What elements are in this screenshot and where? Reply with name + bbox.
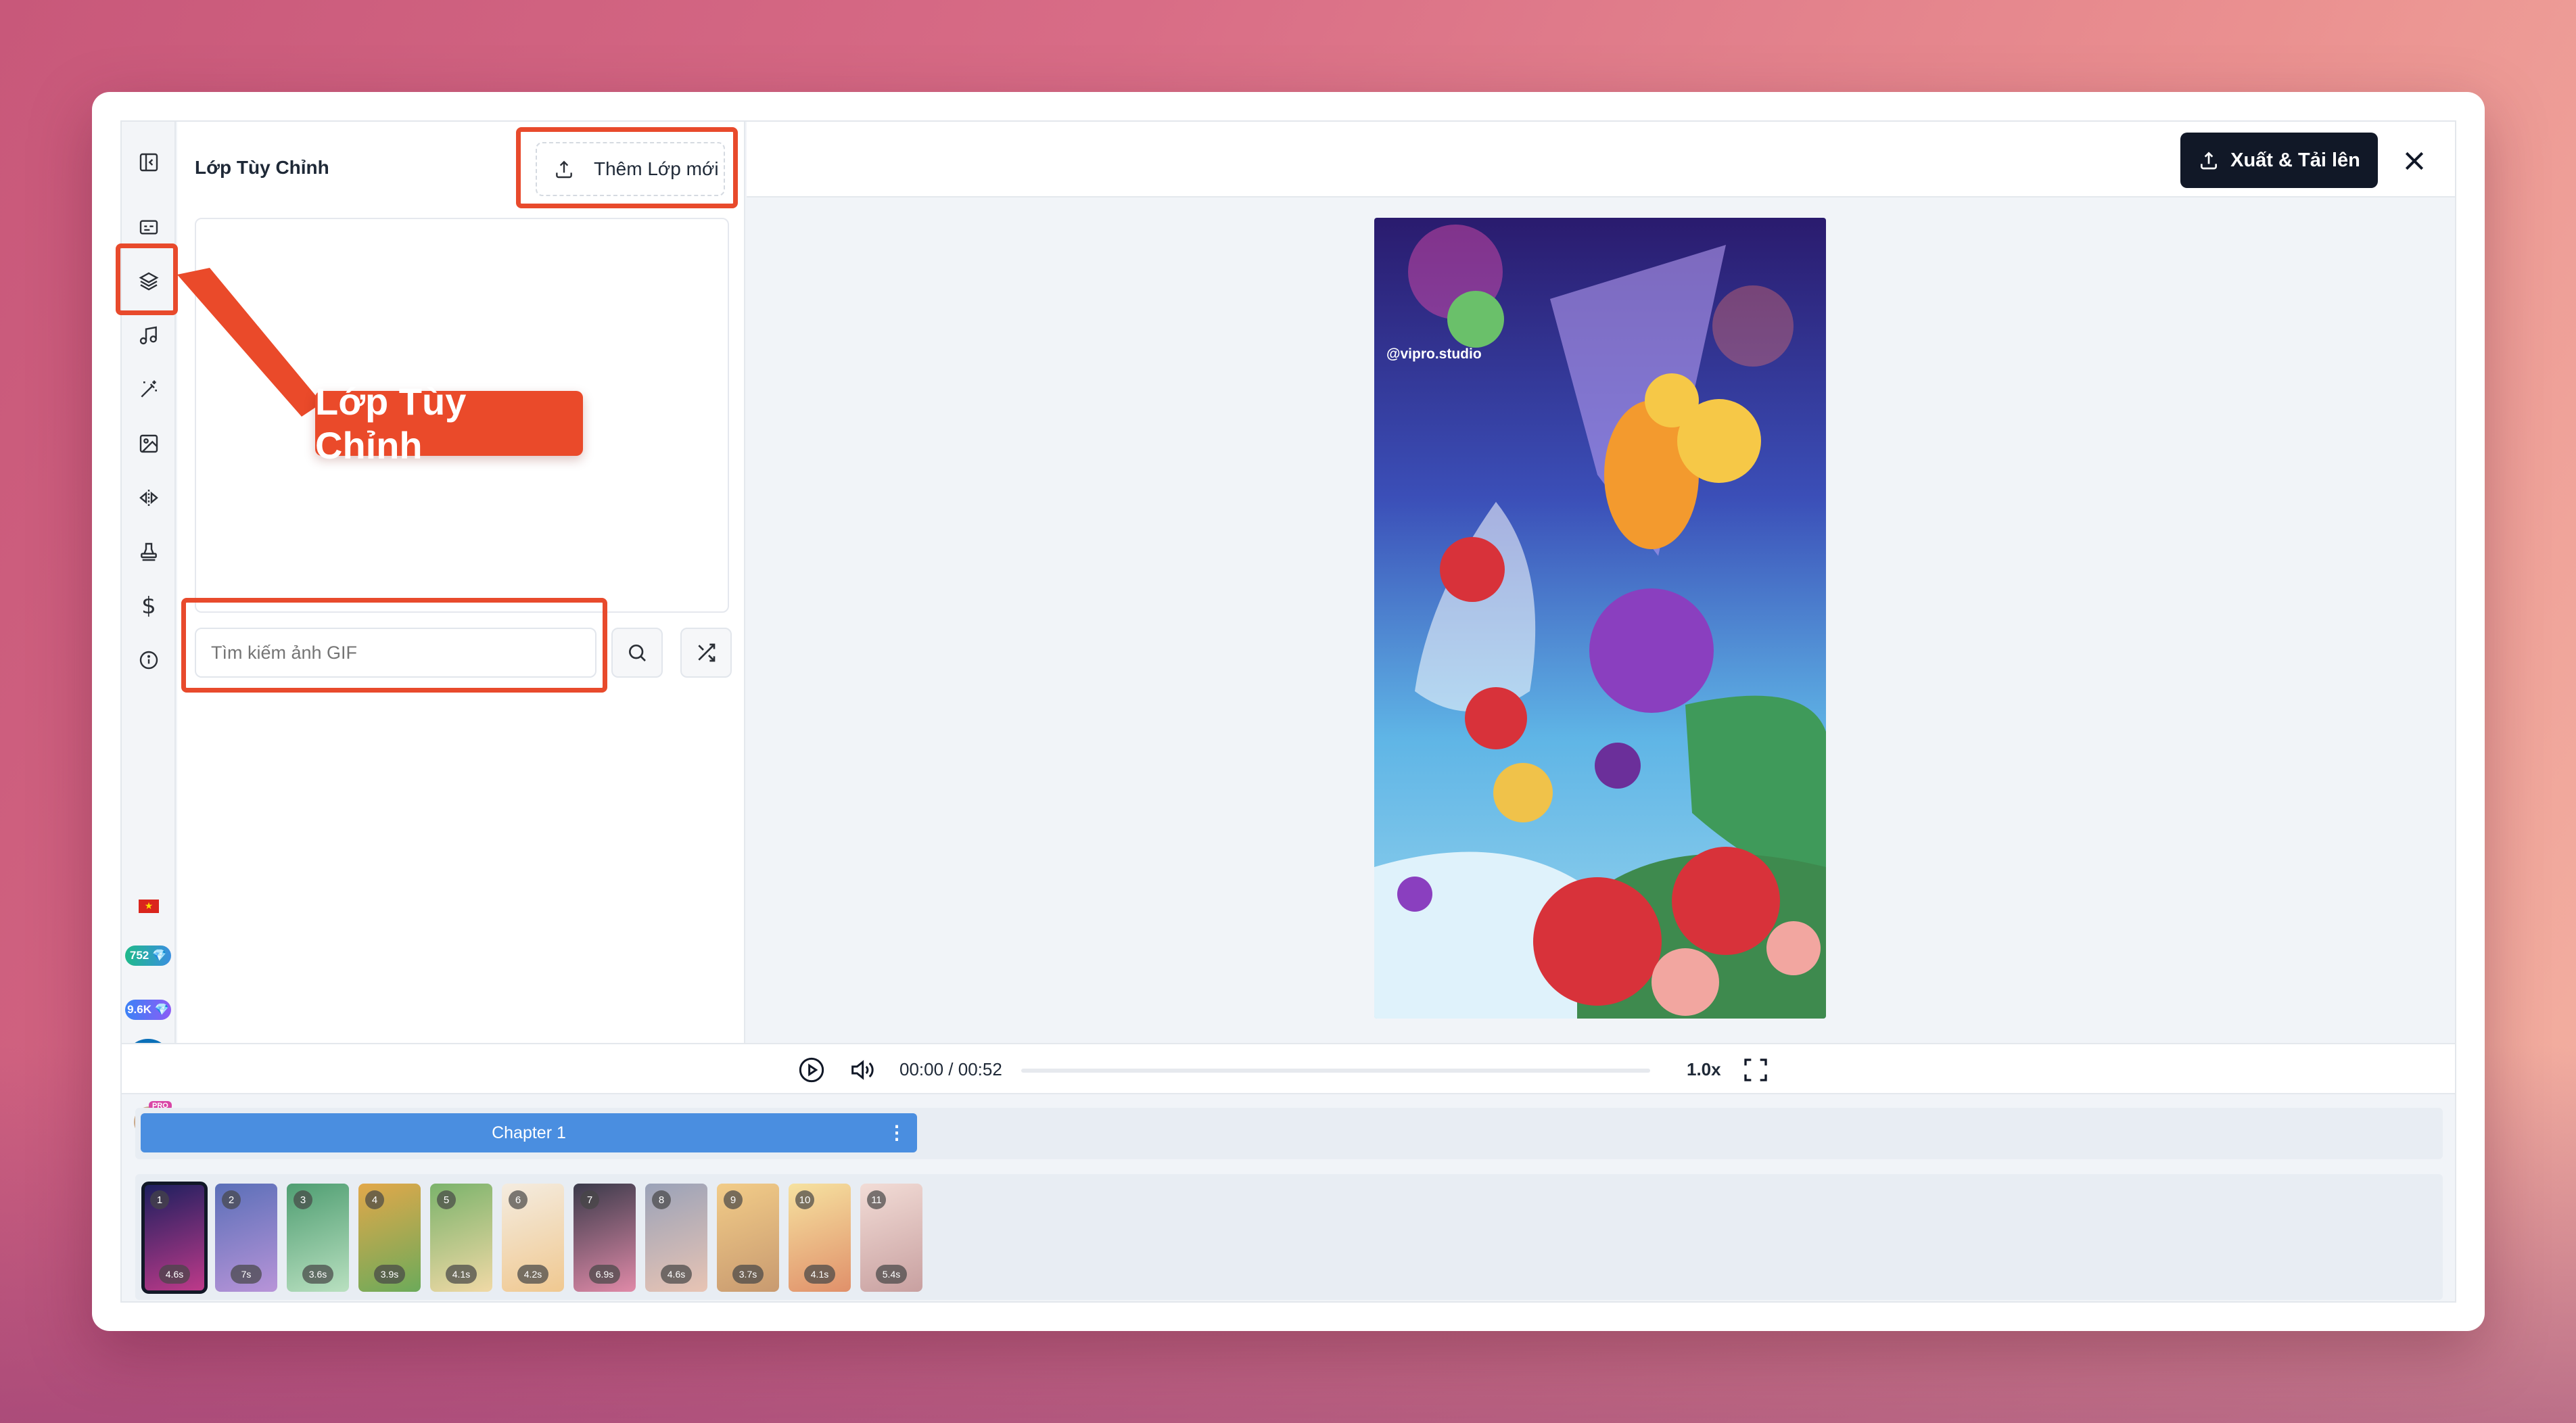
scene-thumbnail[interactable]: 5 4.1s <box>430 1184 492 1292</box>
scene-number: 3 <box>294 1190 312 1209</box>
time-display: 00:00 / 00:52 <box>899 1059 1002 1079</box>
more-vertical-icon[interactable]: ⋮ <box>887 1121 906 1144</box>
top-bar: Xuất & Tải lên <box>747 122 2455 197</box>
video-preview[interactable]: @vipro.studio <box>1374 218 1826 1019</box>
search-icon <box>629 645 646 661</box>
scene-duration: 4.2s <box>517 1265 548 1284</box>
scene-duration: 5.4s <box>876 1265 907 1284</box>
scene-thumbnail[interactable]: 6 4.2s <box>502 1184 564 1292</box>
preview-artwork <box>1374 218 1826 1019</box>
dollar-icon[interactable]: $ <box>135 592 162 620</box>
close-icon <box>2405 151 2424 170</box>
image-edit-icon[interactable] <box>135 430 162 457</box>
modal-window: $ ★ 752 💎 9.6K 💎 PRO Lớp Tùy Chỉnh Thêm … <box>92 92 2485 1331</box>
scene-duration: 3.6s <box>302 1265 333 1284</box>
scene-duration: 4.6s <box>661 1265 692 1284</box>
scene-duration: 4.6s <box>159 1265 190 1284</box>
scene-duration: 3.7s <box>732 1265 764 1284</box>
highlight-gif-search <box>181 598 607 693</box>
scene-number: 11 <box>867 1190 886 1209</box>
scene-thumbnail[interactable]: 1 4.6s <box>141 1182 208 1294</box>
speed-selector[interactable]: 1.0x <box>1687 1059 1721 1080</box>
vietnam-flag-icon[interactable]: ★ <box>139 900 159 913</box>
shuffle-button[interactable] <box>680 628 732 678</box>
panel-title: Lớp Tùy Chỉnh <box>195 157 329 178</box>
export-upload-button[interactable]: Xuất & Tải lên <box>2180 133 2378 188</box>
player-controls: 00:00 / 00:52 1.0x <box>122 1043 2455 1094</box>
scene-thumbnail[interactable]: 7 6.9s <box>573 1184 636 1292</box>
callout-label: Lớp Tùy Chỉnh <box>315 380 583 467</box>
play-icon <box>799 1057 824 1083</box>
volume-icon <box>851 1060 874 1080</box>
scene-duration: 3.9s <box>374 1265 405 1284</box>
credits-badge[interactable]: 752 💎 <box>125 946 171 966</box>
scene-duration: 7s <box>231 1265 262 1284</box>
music-icon[interactable] <box>135 322 162 349</box>
scene-thumbnail[interactable]: 9 3.7s <box>717 1184 779 1292</box>
scene-number: 7 <box>580 1190 599 1209</box>
shuffle-icon <box>698 643 716 662</box>
play-button[interactable] <box>798 1056 825 1087</box>
volume-button[interactable] <box>848 1056 875 1087</box>
custom-layers-panel: Lớp Tùy Chỉnh Thêm Lớp mới <box>177 122 745 1043</box>
magic-wand-icon[interactable] <box>135 376 162 403</box>
highlight-add-layer <box>516 127 738 208</box>
scene-thumbnail[interactable]: 2 7s <box>215 1184 277 1292</box>
flip-icon[interactable] <box>135 484 162 511</box>
watermark: @vipro.studio <box>1386 346 1482 362</box>
progress-bar[interactable] <box>1021 1069 1650 1073</box>
close-button[interactable] <box>2399 146 2429 176</box>
scene-thumbnail[interactable]: 4 3.9s <box>358 1184 421 1292</box>
stamp-icon[interactable] <box>135 538 162 565</box>
export-label: Xuất & Tải lên <box>2230 149 2360 171</box>
scene-number: 8 <box>652 1190 671 1209</box>
scene-number: 1 <box>150 1190 169 1209</box>
scene-number: 10 <box>795 1190 814 1209</box>
chapter-block[interactable]: Chapter 1 ⋮ <box>141 1113 917 1152</box>
scene-duration: 4.1s <box>446 1265 477 1284</box>
scene-number: 4 <box>365 1190 384 1209</box>
scene-thumbnail[interactable]: 3 3.6s <box>287 1184 349 1292</box>
upload-icon <box>2201 151 2218 170</box>
scene-thumbnail[interactable]: 10 4.1s <box>789 1184 851 1292</box>
chapter-track: Chapter 1 ⋮ <box>135 1108 2443 1159</box>
search-button[interactable] <box>611 628 663 678</box>
collapse-sidebar-icon[interactable] <box>135 149 162 176</box>
scene-duration: 4.1s <box>804 1265 835 1284</box>
scene-number: 5 <box>437 1190 456 1209</box>
fullscreen-icon <box>1744 1058 1767 1081</box>
scene-number: 6 <box>509 1190 528 1209</box>
callout-pointer <box>177 268 322 417</box>
info-icon[interactable] <box>135 647 162 674</box>
scene-number: 9 <box>724 1190 743 1209</box>
scene-thumbnail[interactable]: 11 5.4s <box>860 1184 922 1292</box>
scene-number: 2 <box>222 1190 241 1209</box>
highlight-layers-icon <box>116 243 178 315</box>
scene-duration: 6.9s <box>589 1265 620 1284</box>
editor-app: $ ★ 752 💎 9.6K 💎 PRO Lớp Tùy Chỉnh Thêm … <box>120 120 2456 1303</box>
scene-thumbnail[interactable]: 8 4.6s <box>645 1184 707 1292</box>
chapter-label: Chapter 1 <box>492 1123 566 1142</box>
diamonds-badge[interactable]: 9.6K 💎 <box>125 1000 171 1020</box>
subtitles-icon[interactable] <box>135 214 162 241</box>
fullscreen-button[interactable] <box>1742 1056 1769 1087</box>
scene-track: 1 4.6s 2 7s 3 3.6s 4 3.9s 5 4.1s 6 4.2s 7 6.9s 8 4.6s 9 3… <box>135 1174 2443 1300</box>
